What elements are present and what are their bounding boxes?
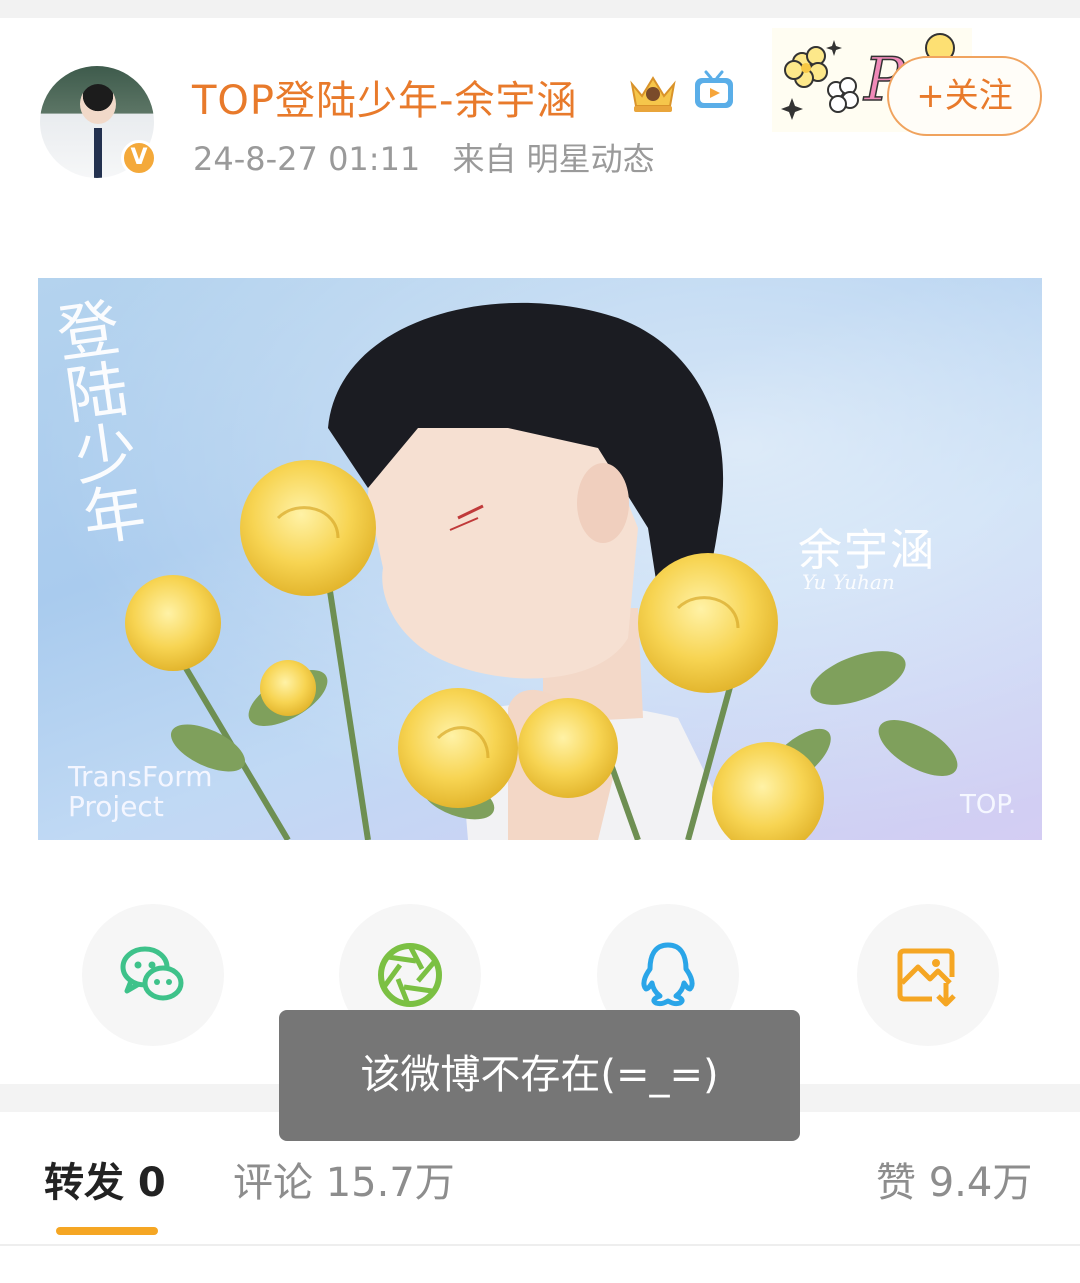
bottom-divider — [0, 1244, 1080, 1246]
tab-comment[interactable]: 评论 15.7万 — [233, 1150, 455, 1208]
share-wechat-button[interactable] — [82, 904, 224, 1046]
moments-aperture-icon — [378, 943, 442, 1007]
post-image-project-label: TransForm Project — [68, 760, 213, 823]
post-source[interactable]: 来自 明星动态 — [452, 140, 654, 178]
post-image[interactable]: 登陆少年 余宇涵 Yu Yuhan TransForm Project TOP. — [38, 278, 1042, 840]
error-toast: 该微博不存在(=_=) — [279, 1010, 800, 1141]
username[interactable]: TOP登陆少年-余宇涵 — [192, 68, 577, 126]
post-image-brand: TOP. — [960, 790, 1017, 820]
top-strip — [0, 0, 1080, 18]
save-image-icon — [897, 948, 956, 1007]
save-image-button[interactable] — [857, 904, 999, 1046]
tab-repost[interactable]: 转发 0 — [44, 1150, 166, 1208]
avatar-tie-shape — [94, 128, 102, 178]
wechat-icon — [120, 946, 184, 1001]
avatar-head-shape — [80, 84, 116, 124]
follow-button[interactable]: +关注 — [887, 56, 1042, 136]
tv-icon — [695, 70, 733, 108]
tab-like[interactable]: 赞 9.4万 — [876, 1150, 1032, 1208]
active-tab-indicator — [56, 1227, 158, 1235]
qq-penguin-icon — [641, 942, 695, 1007]
verified-badge-icon: V — [121, 140, 157, 176]
post-image-name: 余宇涵 — [798, 525, 936, 576]
post-meta: 24-8-27 01:11 来自 明星动态 — [193, 134, 677, 180]
crown-icon — [630, 76, 676, 112]
post-timestamp: 24-8-27 01:11 — [193, 140, 421, 178]
post-image-signature: Yu Yuhan — [802, 570, 895, 594]
